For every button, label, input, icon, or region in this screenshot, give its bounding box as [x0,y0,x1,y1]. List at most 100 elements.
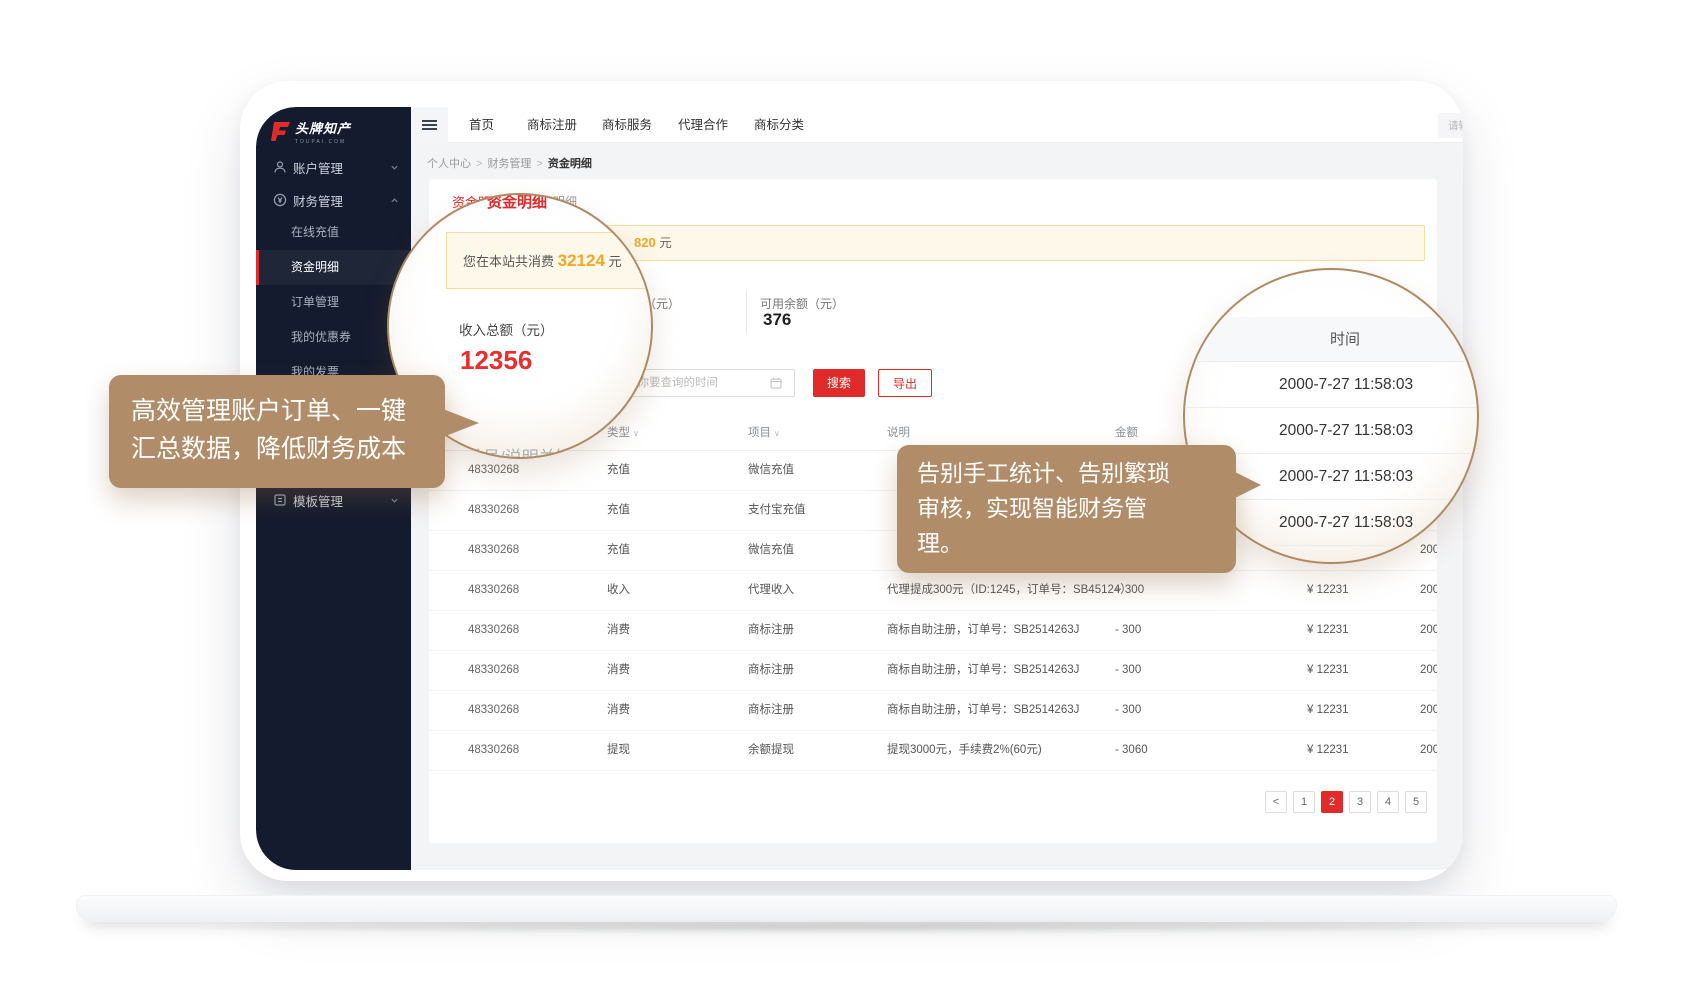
table-cell-desc: 提现3000元，手续费2%(60元) [887,731,1042,770]
table-cell-order: 48330268 [468,611,519,650]
table-cell-order: 48330268 [468,571,519,610]
stat-divider [746,291,747,333]
magnified-banner-text: 您在本站共消费 32124 元 [463,233,622,288]
sidebar-item-label: 账户管理 [293,158,343,177]
export-button[interactable]: 导出 [878,369,932,397]
table-header-label: 项目 [748,427,771,439]
table-cell-balance: ¥ 12231 [1307,651,1349,690]
search-button[interactable]: 搜索 [813,369,865,397]
brand-tagline: TOUPAI.COM [295,139,351,145]
table-cell-desc: 代理提成300元（ID:1245，订单号：SB45124） [887,571,1132,610]
table-row: 48330268消费商标注册商标自助注册，订单号：SB2514263J- 300… [429,651,1437,691]
brand-name: 头牌知产 [295,118,351,137]
chevron-down-icon [390,163,399,172]
magnified-tab-label: 资金明细 [487,193,547,212]
pagination-prev-button[interactable]: < [1265,791,1287,813]
laptop-base [76,895,1617,922]
sidebar-finance-submenu: 在线充值资金明细订单管理我的优惠券我的发票 [256,215,411,390]
pagination: <12345 [1265,791,1433,813]
table-cell-type: 收入 [607,571,630,610]
magnified-time-cell: 2000-7-27 11:58:03 [1185,362,1477,408]
magnified-time-header: 时间 [1185,317,1477,362]
table-cell-amount: - 3060 [1115,731,1148,770]
table-cell-balance: ¥ 12231 [1307,611,1349,650]
nav-item[interactable]: 商标分类 [754,107,804,143]
nav-item[interactable]: 商标注册 [527,107,577,143]
table-cell-type: 充值 [607,491,630,530]
chevron-up-icon [390,196,399,205]
pagination-page-button[interactable]: 1 [1293,791,1315,813]
breadcrumb-separator: > [476,158,482,170]
sort-caret-icon[interactable]: ∨ [633,429,639,438]
sidebar-subitem[interactable]: 在线充值 [256,215,411,250]
table-cell-type: 充值 [607,531,630,570]
table-cell-type: 充值 [607,451,630,490]
table-cell-project: 商标注册 [748,691,794,730]
sidebar-item-account[interactable]: 账户管理 [256,150,411,184]
table-cell-order: 48330268 [468,691,519,730]
wallet-icon [273,193,287,207]
magnified-banner-amount: 32124 [558,251,605,270]
brand-logo-icon [270,120,292,142]
table-cell-type: 消费 [607,691,630,730]
table-header-label: 说明 [887,427,910,439]
sidebar-item-label: 财务管理 [293,191,343,210]
table-header-cell[interactable]: 项目∨ [748,415,780,451]
table-row: 48330268提现余额提现提现3000元，手续费2%(60元)- 3060¥ … [429,731,1437,771]
laptop-mockup: 头牌知产 TOUPAI.COM 账户管理 财务管理 [0,0,1696,1002]
breadcrumb-item-current: 资金明细 [548,158,592,170]
magnified-keyword-placeholder: 订单号/说明关键词 [449,443,590,459]
magnified-banner-unit: 元 [605,254,622,269]
table-cell-type: 消费 [607,651,630,690]
table-cell-amount: - 300 [1115,611,1141,650]
magnified-banner-prefix: 您在本站共消费 [463,254,558,269]
stat-balance-value: 376 [763,310,791,330]
table-cell-amount: - 300 [1115,651,1141,690]
table-row: 48330268 消费 商标注册 商标自助注册，订单号：SB2514263J - 300… [429,691,1437,731]
breadcrumb-item[interactable]: 财务管理 [487,158,531,170]
magnified-consumption-banner: 您在本站共消费 32124 元 [446,232,653,289]
callout-left: 高效管理账户订单、一键 汇总数据，降低财务成本 [109,375,445,488]
nav-item[interactable]: 首页 [469,107,494,143]
magnified-income-value: 12356 [460,345,532,376]
sidebar-subitem-active[interactable]: 资金明细 [256,250,411,285]
pagination-page-button[interactable]: 5 [1405,791,1427,813]
table-cell-project: 商标注册 [748,611,794,650]
sidebar-item-template[interactable]: 模板管理 [256,483,411,517]
table-row: 48330268 消费 商标注册 商标自助注册，订单号：SB2514263J - 300… [429,611,1437,651]
breadcrumb-item[interactable]: 个人中心 [427,158,471,170]
callout-right: 告别手工统计、告别繁琐 审核，实现智能财务管 理。 [897,445,1236,573]
breadcrumb: 个人中心>财务管理>资金明细 [427,155,592,171]
table-cell-project: 微信充值 [748,531,794,570]
table-cell-desc: 商标自助注册，订单号：SB2514263J [887,691,1079,730]
sort-caret-icon[interactable]: ∨ [774,429,780,438]
nav-item[interactable]: 商标服务 [602,107,652,143]
table-cell-project: 微信充值 [748,451,794,490]
search-input[interactable] [1438,113,1463,138]
pagination-page-button[interactable]: 3 [1349,791,1371,813]
table-cell-project: 代理收入 [748,571,794,610]
table-cell-amount: - 300 [1115,691,1141,730]
user-icon [273,160,287,174]
consumption-unit: 元 [659,236,672,250]
callout-line: 汇总数据，降低财务成本 [131,430,423,468]
table-cell-time: 2000-7-27 11:58:03 [1420,731,1437,770]
callout-line: 告别手工统计、告别繁琐 [917,456,1216,491]
sidebar-item-finance[interactable]: 财务管理 [256,183,411,217]
nav-item[interactable]: 代理合作 [678,107,728,143]
menu-toggle-button[interactable] [411,107,448,143]
table-cell-time: 2000-7-27 11:58:03 [1420,611,1437,650]
table-cell-desc: 商标自助注册，订单号：SB2514263J [887,611,1079,650]
pagination-page-button[interactable]: 4 [1377,791,1399,813]
callout-line: 理。 [917,526,1216,561]
table-cell-project: 余额提现 [748,731,794,770]
magnified-income-label: 收入总额（元） [459,319,554,339]
table-cell-type: 消费 [607,611,630,650]
table-cell-balance: ¥ 12231 [1307,731,1349,770]
table-cell-amount: + 300 [1115,571,1144,610]
pagination-page-button-active[interactable]: 2 [1321,791,1343,813]
table-cell-order: 48330268 [468,731,519,770]
chevron-down-icon [390,496,399,505]
calendar-icon[interactable] [770,377,782,389]
table-cell-time: 2000-7-27 11:58:03 [1420,571,1437,610]
